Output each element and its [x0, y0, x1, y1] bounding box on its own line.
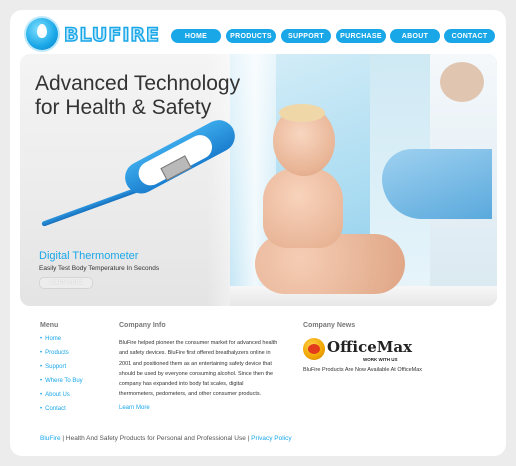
hero-title: Advanced Technology for Health & Safety [35, 72, 241, 119]
nav-about[interactable]: ABOUT [390, 29, 440, 43]
menu-item-contact[interactable]: • Contact [40, 406, 83, 420]
nav-support[interactable]: SUPPORT [281, 29, 331, 43]
bullet-icon: • [40, 406, 43, 412]
bullet-icon: • [40, 350, 43, 356]
product-title: Digital Thermometer [39, 250, 139, 262]
bullet-icon: • [40, 378, 43, 384]
menu-item-home[interactable]: • Home [40, 336, 83, 350]
nav-products[interactable]: PRODUCTS [226, 29, 276, 43]
footer-menu: • Home • Products • Support • Where To Buy •… [40, 336, 83, 420]
logo-text: BLUFIRE [63, 23, 160, 47]
blufire-logo[interactable]: BLUFIRE [26, 18, 162, 52]
company-news-heading: Company News [303, 322, 356, 329]
company-info-text: BluFire helped pioneer the consumer mark… [119, 340, 278, 398]
officemax-logo[interactable]: OfficeMax WORK WITH US [303, 338, 418, 364]
footer-text: | Health And Safety Products for Persona… [60, 435, 252, 442]
bullet-icon: • [40, 336, 43, 342]
news-text: BluFire Products Are Now Available At Of… [303, 367, 423, 373]
doctor-head-image [440, 62, 484, 102]
privacy-policy-link[interactable]: Privacy Policy [251, 435, 291, 442]
company-info-heading: Company Info [119, 322, 166, 329]
thermometer-image [32, 114, 242, 229]
page-card: BLUFIRE HOME PRODUCTS SUPPORT PURCHASE A… [10, 10, 506, 456]
hero-banner: Advanced Technology for Health & Safety … [20, 54, 497, 306]
company-learn-more-link[interactable]: Learn More [119, 405, 150, 411]
menu-heading: Menu [40, 322, 59, 329]
main-nav: HOME PRODUCTS SUPPORT PURCHASE ABOUT CON… [171, 29, 506, 43]
bullet-icon: • [40, 364, 43, 370]
product-subtitle: Easily Test Body Temperature In Seconds [39, 265, 160, 272]
footer-brand-link[interactable]: BluFire [40, 435, 61, 442]
bullet-icon: • [40, 392, 43, 398]
menu-item-about-us[interactable]: • About Us [40, 392, 83, 406]
baby-image [245, 104, 415, 304]
nav-contact[interactable]: CONTACT [444, 29, 495, 43]
menu-item-products[interactable]: • Products [40, 350, 83, 364]
nav-home[interactable]: HOME [171, 29, 221, 43]
menu-item-support[interactable]: • Support [40, 364, 83, 378]
officemax-circle-icon [303, 338, 325, 360]
menu-item-where-to-buy[interactable]: • Where To Buy [40, 378, 83, 392]
learn-more-button[interactable]: LEARN MORE [39, 277, 93, 289]
logo-drop-icon [26, 18, 58, 50]
footer-bar: BluFire | Health And Safety Products for… [40, 435, 292, 442]
nav-purchase[interactable]: PURCHASE [336, 29, 386, 43]
